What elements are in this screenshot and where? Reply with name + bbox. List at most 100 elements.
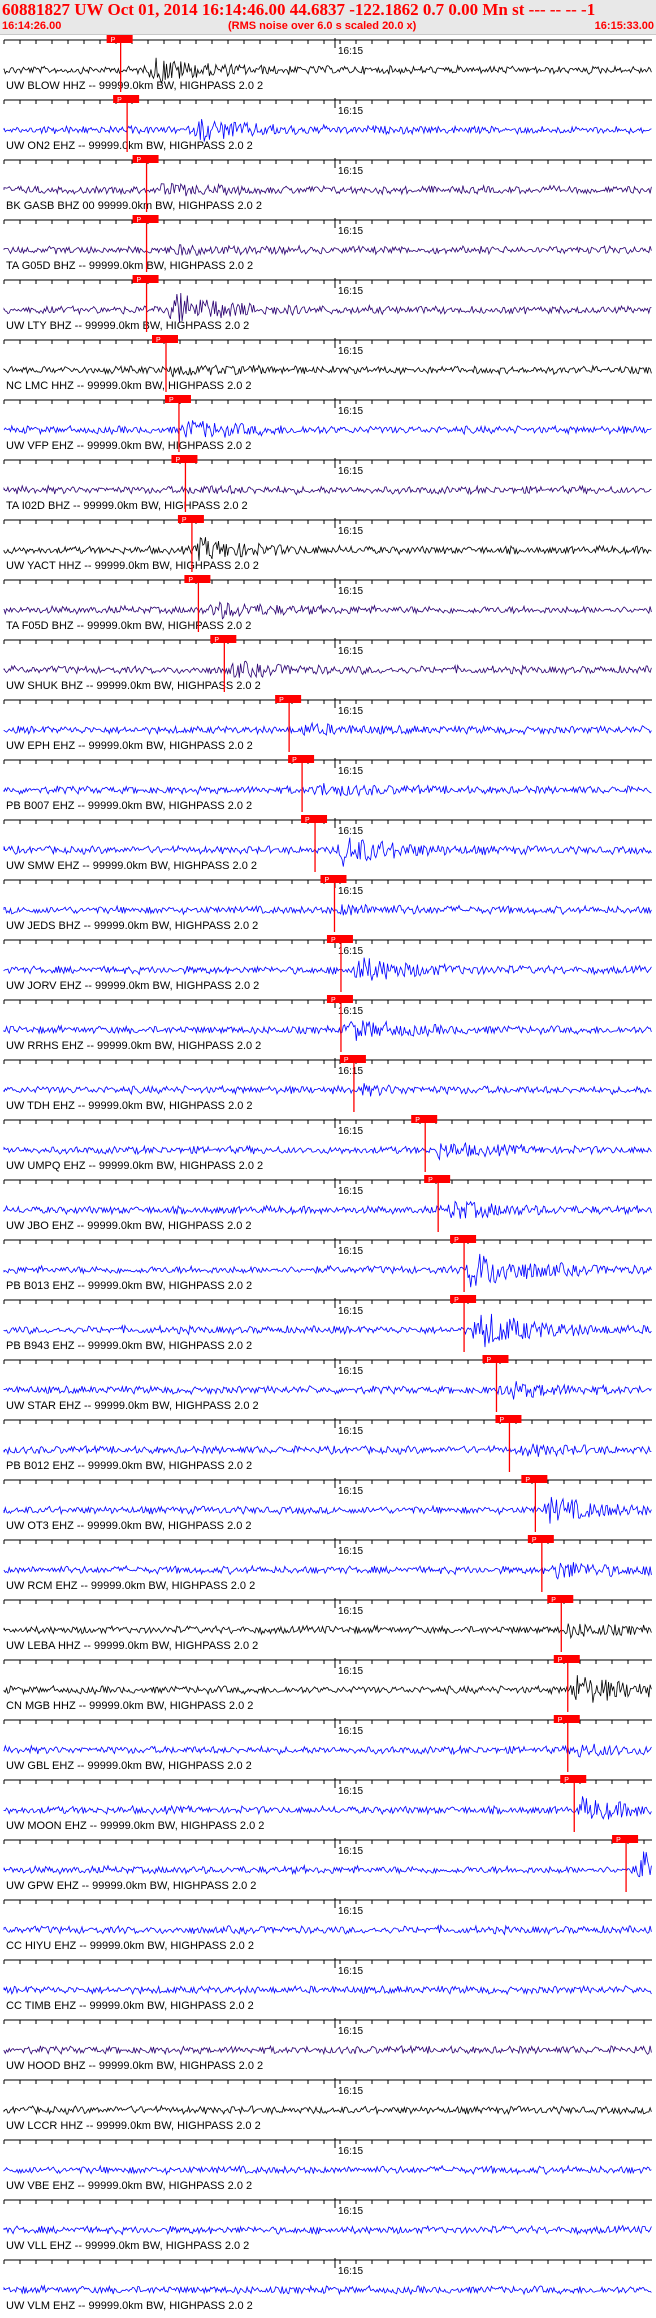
station-label: UW SHUK BHZ -- 99999.0km BW, HIGHPASS 2.… [6,680,261,692]
time-axis-ticks [3,1480,645,1484]
time-axis-ticks [3,940,645,944]
seismic-waveform [3,1083,652,1097]
station-label: UW MOON EHZ -- 99999.0km BW, HIGHPASS 2.… [6,1820,264,1832]
pick-marker-label: P [214,637,219,644]
time-axis-ticks [3,1780,645,1784]
seismic-waveform [3,721,652,737]
pick-marker-label: P [292,757,297,764]
pick-marker-label: P [558,1717,563,1724]
minute-tick-label: 16:15 [338,2206,363,2217]
time-axis-ticks [3,2200,645,2204]
minute-tick-label: 16:15 [338,2086,363,2097]
seismic-waveform [3,1020,652,1041]
station-label: UW JEDS BHZ -- 99999.0km BW, HIGHPASS 2.… [6,920,258,932]
time-axis-ticks [3,1180,645,1184]
seismic-waveform [3,364,652,378]
seismic-waveform [3,2284,652,2296]
minute-tick-label: 16:15 [338,1186,363,1197]
pick-marker-label: P [344,1057,349,1064]
station-label: PB B013 EHZ -- 99999.0km BW, HIGHPASS 2.… [6,1280,252,1292]
station-row: 16:15 TA I02D BHZ -- 99999.0km BW, HIGHPA… [3,455,652,512]
time-axis-ticks [3,1840,645,1844]
station-row: 16:15 UW OT3 EHZ -- 99999.0km BW, HIGHPAS… [3,1475,652,1532]
minute-tick-label: 16:15 [338,226,363,237]
station-label: UW LCCR HHZ -- 99999.0km BW, HIGHPASS 2.… [6,2120,261,2132]
minute-tick-label: 16:15 [338,1726,363,1737]
minute-tick-label: 16:15 [338,1366,363,1377]
minute-tick-label: 16:15 [338,706,363,717]
pick-marker-label: P [111,37,116,44]
station-row: 16:15 UW RRHS EHZ -- 99999.0km BW, HIGHPA… [3,995,652,1052]
seismic-waveform [3,1562,652,1580]
pick-marker-label: P [137,157,142,164]
minute-tick-label: 16:15 [338,646,363,657]
seismic-waveform [3,1851,652,1878]
station-label: UW OT3 EHZ -- 99999.0km BW, HIGHPASS 2.0… [6,1520,252,1532]
pick-marker-label: P [175,457,180,464]
minute-tick-label: 16:15 [338,586,363,597]
station-label: UW SMW EHZ -- 99999.0km BW, HIGHPASS 2.0… [6,860,257,872]
seismic-waveform [3,182,652,197]
station-label: UW YACT HHZ -- 99999.0km BW, HIGHPASS 2.… [6,560,259,572]
station-row: 16:15 TA G05D BHZ -- 99999.0km BW, HIGHPA… [3,215,652,272]
station-row: 16:15 TA F05D BHZ -- 99999.0km BW, HIGHPA… [3,575,652,632]
station-label: BK GASB BHZ 00 99999.0km BW, HIGHPASS 2.… [6,200,262,212]
time-axis-ticks [3,1000,645,1004]
station-label: PB B012 EHZ -- 99999.0km BW, HIGHPASS 2.… [6,1460,252,1472]
time-axis-ticks [3,1240,645,1244]
seismic-waveform [3,1796,652,1820]
seismic-waveform [3,1743,652,1758]
seismic-waveform [3,783,652,797]
station-label: UW TDH EHZ -- 99999.0km BW, HIGHPASS 2.0… [6,1100,253,1112]
station-row: 16:15 UW GPW EHZ -- 99999.0km BW, HIGHPAS… [3,1835,652,1892]
station-label: UW STAR EHZ -- 99999.0km BW, HIGHPASS 2.… [6,1400,259,1412]
minute-tick-label: 16:15 [338,1126,363,1137]
minute-tick-label: 16:15 [338,1846,363,1857]
pick-marker-label: P [279,697,284,704]
station-row: 16:15 UW EPH EHZ -- 99999.0km BW, HIGHPAS… [3,695,652,752]
time-axis-ticks [3,1720,645,1724]
minute-tick-label: 16:15 [338,1786,363,1797]
time-axis-ticks [3,1120,645,1124]
seismic-waveform [3,601,652,620]
station-label: UW ON2 EHZ -- 99999.0km BW, HIGHPASS 2.0… [6,140,253,152]
station-label: CN MGB HHZ -- 99999.0km BW, HIGHPASS 2.0… [6,1700,253,1712]
minute-tick-label: 16:15 [338,286,363,297]
station-row: 16:15 UW SHUK BHZ -- 99999.0km BW, HIGHPA… [3,635,652,692]
time-axis-ticks [3,700,645,704]
time-axis-ticks [3,220,645,224]
minute-tick-label: 16:15 [338,466,363,477]
seismic-waveform [3,484,652,496]
minute-tick-label: 16:15 [338,526,363,537]
station-label: UW GPW EHZ -- 99999.0km BW, HIGHPASS 2.0… [6,1880,256,1892]
station-row: 16:15 UW JEDS BHZ -- 99999.0km BW, HIGHPA… [3,875,652,932]
time-axis-ticks [3,760,645,764]
time-axis-ticks [3,160,645,164]
time-axis-ticks [3,1660,645,1664]
minute-tick-label: 16:15 [338,346,363,357]
station-row: 16:15 BK GASB BHZ 00 99999.0km BW, HIGHPA… [3,155,652,212]
station-row: 16:15 UW VFP EHZ -- 99999.0km BW, HIGHPAS… [3,395,652,452]
time-axis-ticks [3,1360,645,1364]
station-row: 16:15 UW UMPQ EHZ -- 99999.0km BW, HIGHPA… [3,1115,652,1172]
seismic-waveform [3,1200,652,1219]
station-row: 16:15 NC LMC HHZ -- 99999.0km BW, HIGHPAS… [3,335,652,392]
station-label: NC LMC HHZ -- 99999.0km BW, HIGHPASS 2.0… [6,380,252,392]
station-label: TA F05D BHZ -- 99999.0km BW, HIGHPASS 2.… [6,620,251,632]
seismogram-panel: 16:15 UW BLOW HHZ -- 99999.0km BW, HIGHPA… [3,35,652,2312]
seismic-waveform [3,957,652,981]
station-label: UW HOOD BHZ -- 99999.0km BW, HIGHPASS 2.… [6,2060,263,2072]
pick-marker-label: P [558,1657,563,1664]
pick-marker-label: P [428,1177,433,1184]
minute-tick-label: 16:15 [338,766,363,777]
seismic-waveform [3,420,652,438]
minute-tick-label: 16:15 [338,2146,363,2157]
station-row: 16:15 PB B007 EHZ -- 99999.0km BW, HIGHPA… [3,755,652,812]
station-row: 16:15 UW VBE EHZ -- 99999.0km BW, HIGHPAS… [3,2138,652,2192]
station-row: 16:15 UW YACT HHZ -- 99999.0km BW, HIGHPA… [3,515,652,572]
station-label: UW UMPQ EHZ -- 99999.0km BW, HIGHPASS 2.… [6,1160,263,1172]
station-label: UW JBO EHZ -- 99999.0km BW, HIGHPASS 2.0… [6,1220,252,1232]
minute-tick-label: 16:15 [338,1666,363,1677]
station-label: UW LEBA HHZ -- 99999.0km BW, HIGHPASS 2.… [6,1640,258,1652]
station-row: 16:15 PB B012 EHZ -- 99999.0km BW, HIGHPA… [3,1415,652,1472]
